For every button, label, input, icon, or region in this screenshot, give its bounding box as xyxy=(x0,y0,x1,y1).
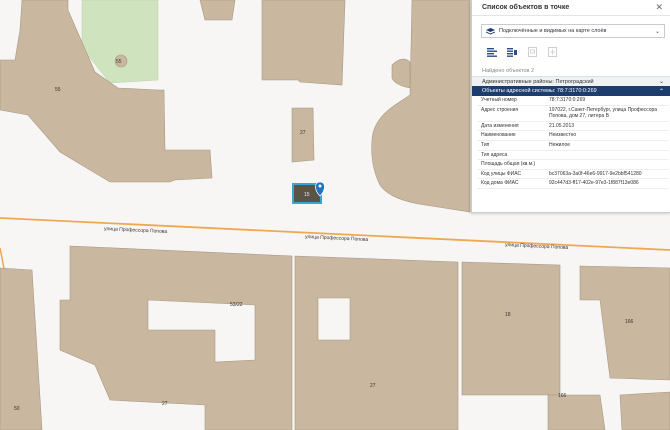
table-row: Площадь общая (кв.м.) xyxy=(477,159,669,170)
property-value: Неизвестно xyxy=(547,130,669,141)
building-number: 50 xyxy=(14,406,20,412)
property-value: 92c447d3-ff17-402e-97e3-1f887f13e086 xyxy=(547,178,669,189)
list-view-icon[interactable] xyxy=(484,44,500,60)
chevron-up-icon: ⌃ xyxy=(658,88,664,95)
building-number: 55 xyxy=(55,87,61,93)
properties-table: Учетный номер 78:7:3170:0:269 Адрес строе… xyxy=(477,96,669,189)
building-number: 27 xyxy=(300,130,306,136)
layers-icon xyxy=(486,27,495,34)
property-value xyxy=(547,159,669,170)
document-icon[interactable] xyxy=(524,44,540,60)
property-value: 197022, г.Санкт-Петербург, улица Професс… xyxy=(547,105,669,122)
panel-header: Список объектов в точке ✕ xyxy=(472,0,670,16)
property-key: Код улицы ФИАС xyxy=(477,169,547,180)
building-number: 18 xyxy=(505,312,511,318)
building xyxy=(199,0,236,21)
building-number: 27 xyxy=(370,383,376,389)
building-number: 27 xyxy=(162,401,168,407)
table-row: Дата изменения 21.05.2013 xyxy=(477,121,669,132)
property-key: Адрес строения xyxy=(477,105,547,122)
building-number: 15 xyxy=(304,192,310,198)
building-number: 166 xyxy=(625,319,634,325)
grouped-list-icon[interactable] xyxy=(504,44,520,60)
close-icon[interactable]: ✕ xyxy=(655,3,663,12)
property-key: Тип xyxy=(477,140,547,151)
table-row: Тип Нежилое xyxy=(477,140,669,151)
building xyxy=(261,0,346,86)
toolbar xyxy=(484,44,670,60)
chevron-down-icon: ⌄ xyxy=(658,79,664,85)
section-label: Административные районы: Петроградский xyxy=(482,78,594,85)
building xyxy=(461,261,561,396)
building-number: 166 xyxy=(558,393,567,399)
section-label: Объекты адресной системы: 78:7:3170:0:26… xyxy=(482,88,597,94)
property-value: 21.05.2013 xyxy=(547,121,669,132)
building xyxy=(619,391,670,430)
found-count: Найдено объектов 2 xyxy=(482,68,535,74)
layer-select-value: Подключённые и видимых на карте слоёв xyxy=(499,28,607,34)
property-value: 78:7:3170:0:269 xyxy=(547,96,669,106)
table-row: Наименование Неизвестно xyxy=(477,130,669,141)
section-address-objects[interactable]: Объекты адресной системы: 78:7:3170:0:26… xyxy=(472,86,670,96)
property-key: Код дома ФИАС xyxy=(477,178,547,189)
table-row: Код улицы ФИАС bc37063a-3a0f-46e6-9917-9e… xyxy=(477,169,669,180)
table-row: Учетный номер 78:7:3170:0:269 xyxy=(477,96,669,106)
layer-select[interactable]: Подключённые и видимых на карте слоёв ⌄ xyxy=(481,24,665,38)
property-key: Дата изменения xyxy=(477,121,547,132)
chevron-down-icon: ⌄ xyxy=(654,28,660,35)
building-number: 55 xyxy=(116,59,122,65)
property-key: Учетный номер xyxy=(477,96,547,106)
table-row: Адрес строения 197022, г.Санкт-Петербург,… xyxy=(477,105,669,122)
table-row: Тип адреса xyxy=(477,150,669,161)
table-row: Код дома ФИАС 92c447d3-ff17-402e-97e3-1f8… xyxy=(477,178,669,189)
property-value: Нежилое xyxy=(547,140,669,151)
property-value: bc37063a-3a0f-46e6-9917-9e2bbf541280 xyxy=(547,169,669,180)
property-key: Тип адреса xyxy=(477,150,547,161)
property-key: Площадь общая (кв.м.) xyxy=(477,159,547,170)
section-admin-districts[interactable]: Административные районы: Петроградский ⌄ xyxy=(472,76,670,86)
property-value xyxy=(547,150,669,161)
copy-icon[interactable] xyxy=(544,44,560,60)
building-number: 53/22 xyxy=(230,302,243,308)
map-pin-dot xyxy=(318,184,322,188)
objects-panel: Список объектов в точке ✕ Подключённые и… xyxy=(471,0,670,213)
property-key: Наименование xyxy=(477,130,547,141)
building xyxy=(547,394,606,430)
panel-title: Список объектов в точке xyxy=(482,4,570,11)
building-courtyard xyxy=(317,297,351,341)
building xyxy=(294,255,459,430)
